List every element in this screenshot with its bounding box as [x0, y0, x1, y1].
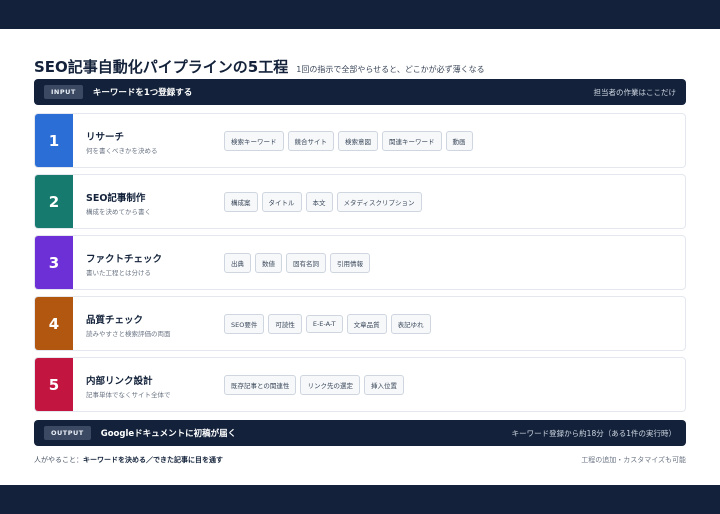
page-title: SEO記事自動化パイプラインの5工程 — [34, 58, 289, 76]
step-card: 3 ファクトチェック 書いた工程とは分ける 出典 数値 固有名詞 引用情報 — [34, 235, 686, 290]
step-chips: 検索キーワード 競合サイト 検索意図 関連キーワード 動画 — [224, 114, 473, 167]
step-chip: 本文 — [305, 191, 333, 212]
step-description: 書いた工程とは分ける — [86, 269, 151, 277]
step-title: ファクトチェック — [86, 254, 163, 265]
step-number: 1 — [35, 114, 73, 167]
step-chip: 文章品質 — [346, 313, 387, 334]
bottom-band — [0, 485, 720, 514]
page-subtitle: 1回の指示で全部やらせると、どこかが必ず薄くなる — [296, 65, 485, 74]
step-title: 内部リンク設計 — [86, 376, 153, 387]
step-chip: リンク先の選定 — [300, 374, 360, 395]
step-chips: 既存記事との関連性 リンク先の選定 挿入位置 — [224, 358, 404, 411]
step-chip: 固有名詞 — [286, 252, 326, 273]
step-chip: SEO要件 — [224, 313, 265, 334]
step-card: 2 SEO記事制作 構成を決めてから書く 構成案 タイトル 本文 メタディスクリプション — [34, 174, 686, 229]
top-band — [0, 0, 720, 29]
step-chip: メタディスクリプション — [336, 191, 422, 212]
step-number: 2 — [35, 175, 73, 228]
input-tag: INPUT — [44, 85, 83, 99]
step-chip: 関連キーワード — [382, 130, 442, 151]
step-chip: 挿入位置 — [363, 374, 404, 395]
output-main-text: Googleドキュメントに初稿が届く — [100, 429, 237, 439]
step-card: 1 リサーチ何を書くべきかを決める 検索キーワード 競合サイト 検索意図 関連キーワード動… — [34, 113, 686, 168]
input-main-text: キーワードを1つ登録する — [92, 88, 193, 98]
step-chip: 競合サイト — [287, 130, 334, 151]
step-chip: E-E-A-T — [305, 314, 343, 333]
step-description: 読みやすさと検索評価の両面 — [86, 330, 171, 338]
step-chip: 検索意図 — [338, 130, 378, 151]
output-bar: OUTPUT Googleドキュメントに初稿が届く キーワード登録から約18分（… — [34, 420, 686, 446]
step-title: リサーチ — [86, 132, 125, 143]
step-chip: 構成案 — [224, 191, 258, 212]
step-number: 4 — [35, 297, 73, 350]
step-title: SEO記事制作 — [86, 193, 146, 204]
footer-human-tasks: 人がやること：キーワードを決める／できた記事に目を通す — [34, 455, 223, 465]
step-chips: 構成案 タイトル 本文 メタディスクリプション — [224, 175, 422, 228]
step-description: 何を書くべきかを決める — [86, 147, 158, 155]
step-chip: 引用情報 — [330, 252, 370, 273]
step-chips: 出典 数値 固有名詞 引用情報 — [224, 236, 370, 289]
input-note: 担当者の作業はここだけ — [593, 87, 677, 97]
step-title: 品質チェック — [86, 315, 144, 326]
footer-customize-note: 工程の追加・カスタマイズも可能 — [581, 456, 686, 464]
step-card: 4 品質チェック読みやすさと検索評価の両面 SEO要件 可読性 E-E-A-T 文章品質表… — [34, 296, 686, 351]
step-chips: SEO要件 可読性 E-E-A-T 文章品質 表記ゆれ — [224, 297, 431, 350]
output-tag: OUTPUT — [44, 426, 91, 440]
step-chip: 数値 — [255, 252, 282, 273]
step-chip: 可読性 — [268, 313, 302, 334]
step-description: 構成を決めてから書く — [86, 208, 151, 216]
step-chip: 出典 — [224, 252, 251, 273]
step-chip: 既存記事との関連性 — [224, 374, 297, 395]
step-card: 5 内部リンク設計記事単体でなくサイト全体で 既存記事との関連性 リンク先の選定 挿入位… — [34, 357, 686, 412]
step-chip: 検索キーワード — [224, 130, 284, 151]
step-number: 5 — [35, 358, 73, 411]
footer-left-bold: キーワードを決める／できた記事に目を通す — [83, 456, 223, 464]
step-chip: 動画 — [445, 130, 473, 151]
header: SEO記事自動化パイプラインの5工程 1回の指示で全部やらせると、どこかが必ず薄… — [34, 56, 485, 77]
step-chip: タイトル — [261, 191, 302, 212]
output-note: キーワード登録から約18分（ある1件の実行時） — [511, 428, 676, 438]
step-chip: 表記ゆれ — [390, 313, 431, 334]
input-bar: INPUT キーワードを1つ登録する 担当者の作業はここだけ — [34, 79, 686, 105]
footer-left-prefix: 人がやること： — [34, 456, 83, 464]
step-number: 3 — [35, 236, 73, 289]
step-description: 記事単体でなくサイト全体で — [86, 391, 171, 399]
